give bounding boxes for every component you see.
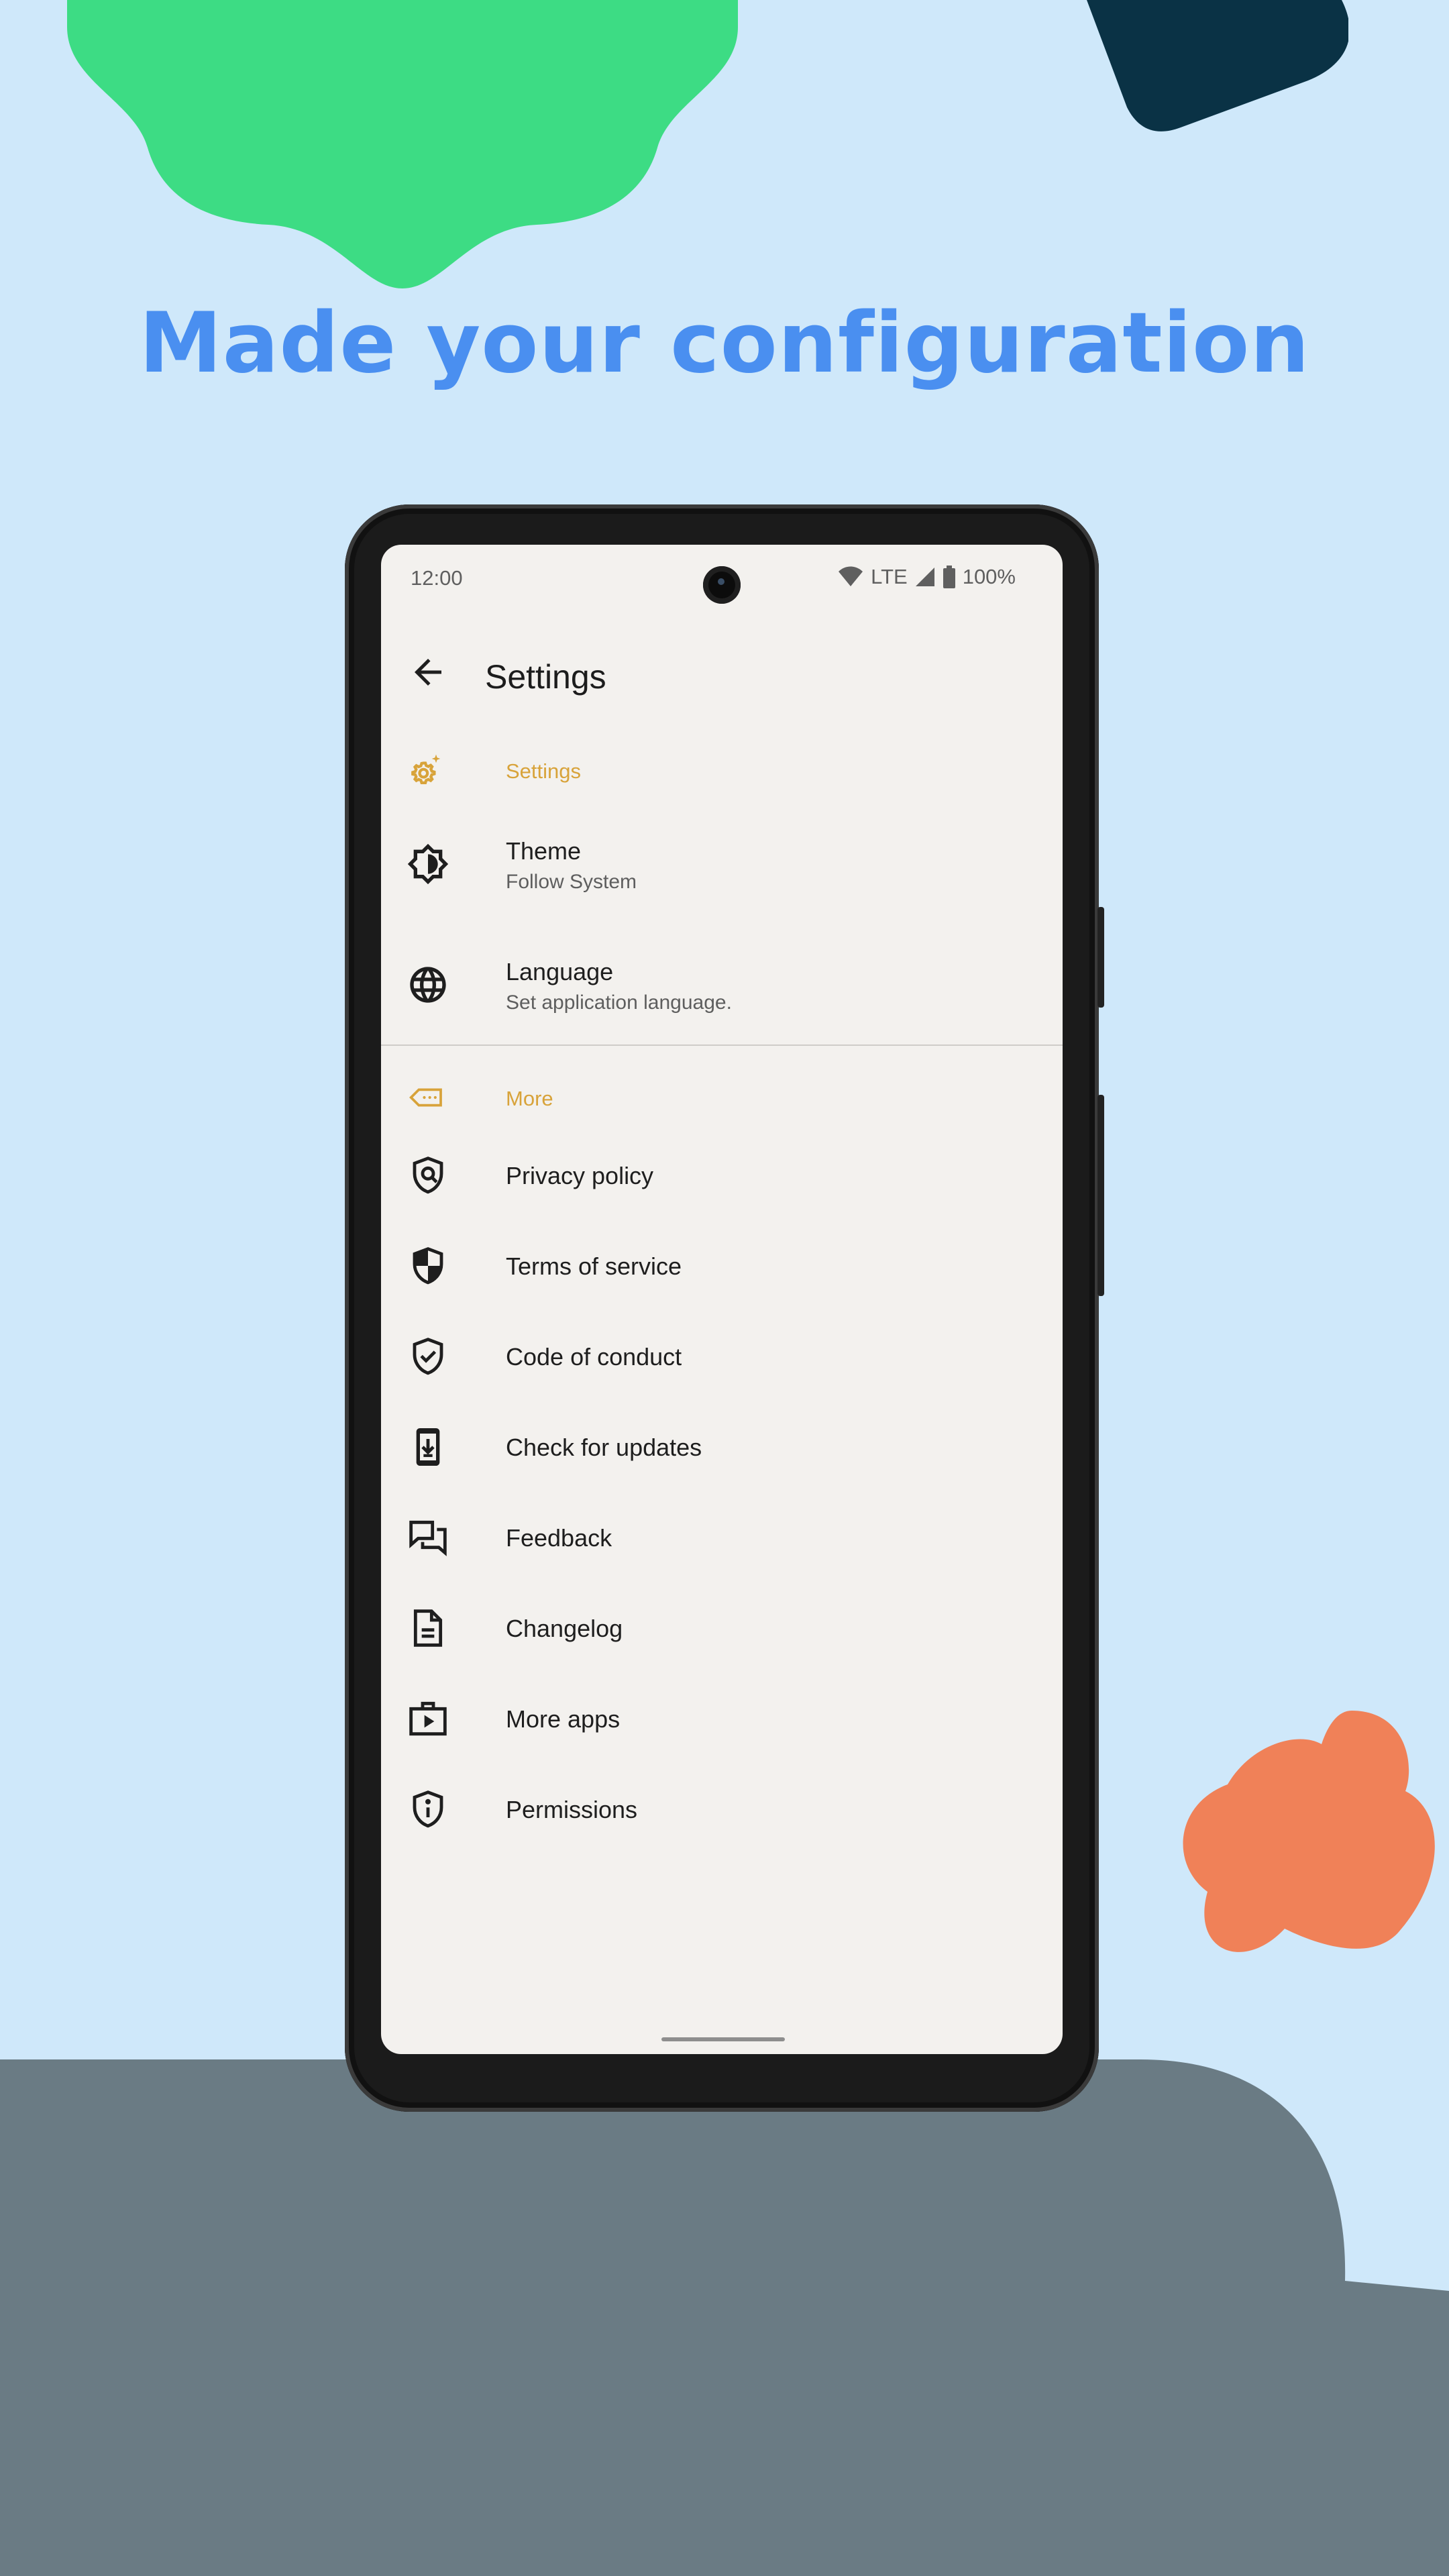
- app-bar: Settings: [381, 632, 1063, 712]
- network-label: LTE: [871, 565, 908, 588]
- page-title: Settings: [485, 658, 606, 696]
- section-header-more: More: [381, 1073, 1063, 1120]
- settings-item-title: Changelog: [506, 1615, 623, 1642]
- document-icon: [407, 1607, 449, 1650]
- volume-button: [1097, 1095, 1104, 1296]
- navy-shape: [1087, 0, 1348, 131]
- settings-item-title: Privacy policy: [506, 1162, 654, 1189]
- settings-item-privacy-policy[interactable]: Privacy policy: [381, 1135, 1063, 1216]
- settings-item-title: Code of conduct: [506, 1343, 682, 1371]
- verified-shield-icon: [407, 1335, 449, 1378]
- battery-level: 100%: [962, 565, 1016, 588]
- more-tag-icon: [408, 1079, 445, 1116]
- home-indicator[interactable]: [661, 2037, 785, 2041]
- theme-brightness-icon: [407, 843, 449, 885]
- headline: Made your configuration: [139, 295, 1310, 392]
- green-blob-shape: [67, 0, 738, 288]
- settings-item-check-for-updates[interactable]: Check for updates: [381, 1407, 1063, 1487]
- settings-item-title: Check for updates: [506, 1434, 702, 1461]
- section-header-label: More: [506, 1087, 553, 1110]
- phone-download-icon: [407, 1426, 449, 1468]
- settings-item-title: More apps: [506, 1705, 621, 1733]
- section-header-label: Settings: [506, 759, 582, 783]
- status-time: 12:00: [411, 566, 463, 590]
- status-bar: 12:00 LTE 100%: [381, 545, 1063, 612]
- section-divider: [381, 1044, 1063, 1046]
- settings-item-changelog[interactable]: Changelog: [381, 1588, 1063, 1668]
- settings-item-title: Terms of service: [506, 1252, 682, 1280]
- signal-icon: [915, 568, 934, 586]
- settings-item-permissions[interactable]: Permissions: [381, 1769, 1063, 1849]
- power-button: [1097, 907, 1104, 1008]
- settings-item-terms-of-service[interactable]: Terms of service: [381, 1226, 1063, 1306]
- privacy-shield-icon: [407, 1154, 449, 1197]
- info-shield-icon: [407, 1788, 449, 1831]
- chat-bubbles-icon: [407, 1516, 449, 1559]
- back-button[interactable]: [408, 652, 448, 692]
- settings-sparkle-icon: [408, 751, 445, 789]
- settings-item-title: Theme: [506, 837, 582, 865]
- settings-item-title: Permissions: [506, 1796, 638, 1823]
- settings-item-title: Language: [506, 958, 614, 985]
- settings-item-language[interactable]: Language Set application language.: [381, 947, 1063, 1048]
- terms-shield-icon: [407, 1244, 449, 1287]
- settings-item-more-apps[interactable]: More apps: [381, 1678, 1063, 1759]
- settings-item-subtitle: Follow System: [506, 871, 637, 893]
- orange-blob-shape: [1183, 1711, 1435, 1952]
- arrow-back-icon: [415, 659, 441, 686]
- front-camera: [703, 566, 741, 604]
- section-header-settings: Settings: [381, 746, 1063, 793]
- screen: 12:00 LTE 100% Settings Settings Theme F…: [381, 545, 1063, 2054]
- globe-icon: [407, 963, 449, 1006]
- wifi-icon: [839, 566, 863, 586]
- settings-item-theme[interactable]: Theme Follow System: [381, 826, 1063, 927]
- settings-item-title: Feedback: [506, 1524, 612, 1552]
- app-store-bag-icon: [407, 1697, 449, 1740]
- ground-shape: [0, 2059, 1449, 2576]
- phone-frame: 12:00 LTE 100% Settings Settings Theme F…: [345, 504, 1104, 2112]
- settings-item-feedback[interactable]: Feedback: [381, 1497, 1063, 1578]
- status-icons: LTE 100%: [837, 565, 1016, 589]
- settings-item-subtitle: Set application language.: [506, 991, 732, 1014]
- battery-icon: [943, 566, 955, 588]
- settings-item-code-of-conduct[interactable]: Code of conduct: [381, 1316, 1063, 1397]
